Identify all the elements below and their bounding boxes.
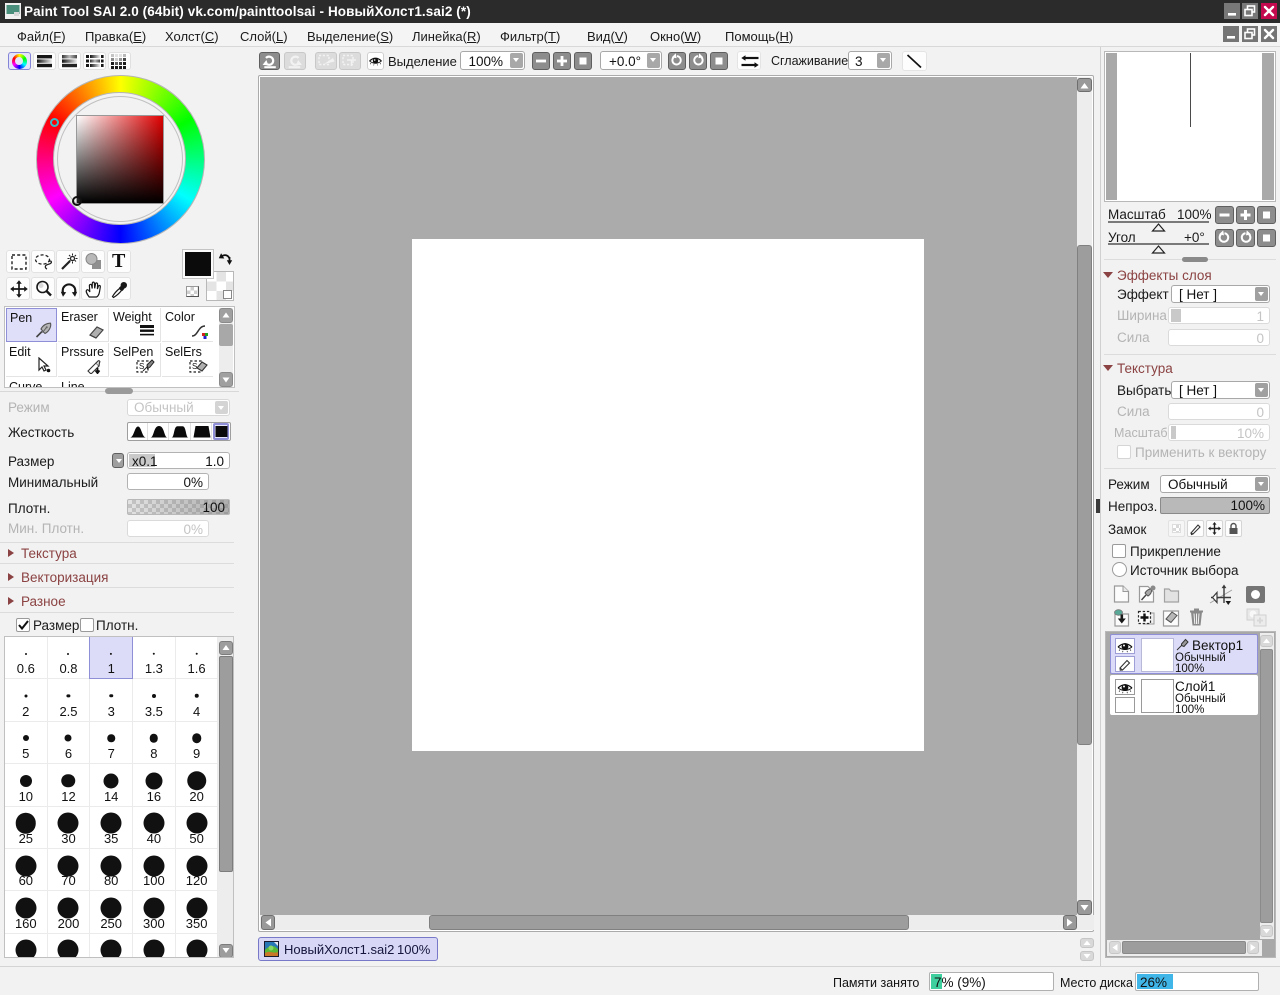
- svg-text:S: S: [192, 362, 197, 371]
- svg-text:S: S: [139, 362, 144, 371]
